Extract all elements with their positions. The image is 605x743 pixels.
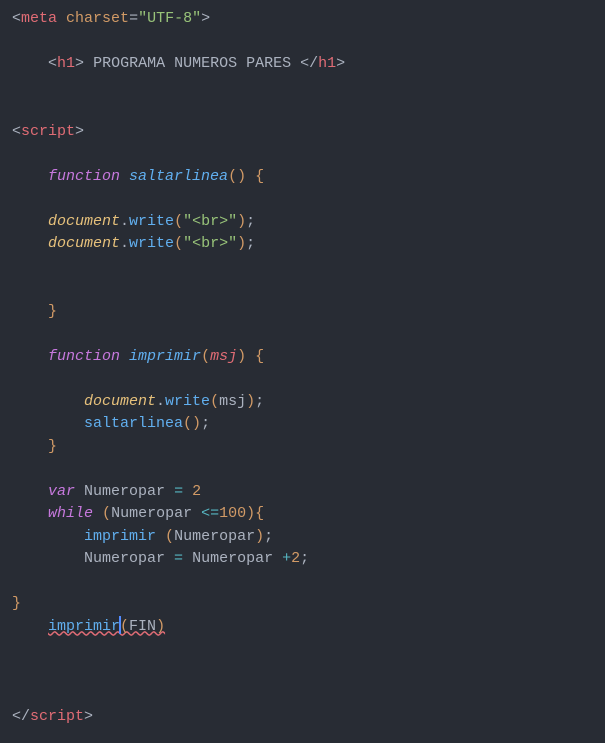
code-line: var Numeropar = 2 [0,481,605,504]
code-line: function imprimir(msj) { [0,346,605,369]
code-line: function saltarlinea() { [0,166,605,189]
code-line: document.write("<br>"); [0,211,605,234]
code-line [0,638,605,661]
code-line: } [0,301,605,324]
code-line: } [0,436,605,459]
code-line [0,256,605,279]
code-line: imprimir (Numeropar); [0,526,605,549]
code-line [0,143,605,166]
code-line [0,323,605,346]
code-line [0,278,605,301]
code-line: document.write("<br>"); [0,233,605,256]
code-line [0,76,605,99]
code-line: Numeropar = Numeropar +2; [0,548,605,571]
code-line: } [0,593,605,616]
code-line: <meta charset="UTF-8"> [0,8,605,31]
code-line: saltarlinea(); [0,413,605,436]
code-line: <script> [0,121,605,144]
code-line [0,98,605,121]
code-line: imprimir(FIN) [0,616,605,639]
code-editor[interactable]: <meta charset="UTF-8"> <h1> PROGRAMA NUM… [0,8,605,728]
code-line [0,661,605,684]
code-line [0,571,605,594]
code-line [0,188,605,211]
code-line [0,368,605,391]
code-line [0,683,605,706]
code-line [0,458,605,481]
code-line: </script> [0,706,605,729]
code-line: document.write(msj); [0,391,605,414]
code-line: <h1> PROGRAMA NUMEROS PARES </h1> [0,53,605,76]
code-line [0,31,605,54]
code-line: while (Numeropar <=100){ [0,503,605,526]
text-cursor [119,616,121,634]
